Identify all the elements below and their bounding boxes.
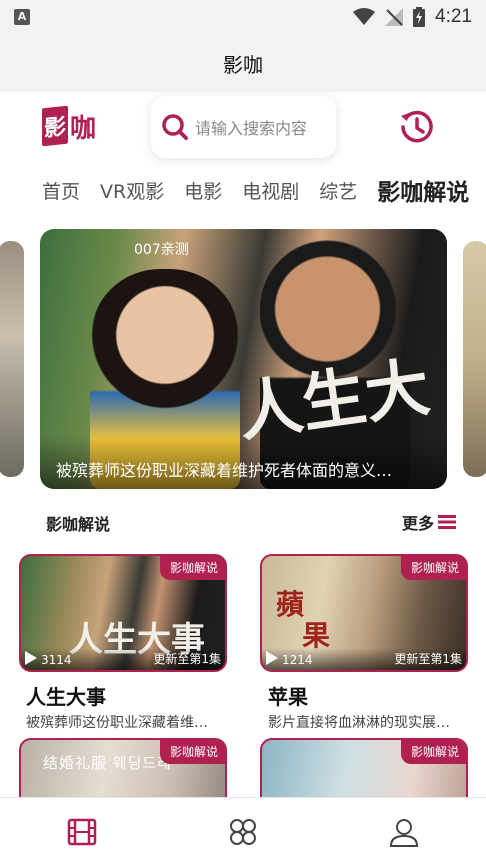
battery-charging-icon	[413, 7, 426, 27]
section-title: 影咖解说	[46, 515, 111, 534]
poster-title-art: 蘋	[276, 588, 305, 621]
logo-text: 咖	[70, 113, 97, 144]
card-title[interactable]: 苹果	[268, 681, 308, 710]
search-input[interactable]: 请输入搜索内容	[195, 115, 307, 139]
tab-home[interactable]: 首页	[42, 177, 80, 204]
wifi-icon	[353, 8, 376, 25]
video-card[interactable]: 蘋 果 影咖解说 1214 更新至第1集	[260, 554, 468, 672]
tab-variety[interactable]: 综艺	[319, 177, 357, 204]
poster-title-art: 结婚礼服 웨딩드레	[43, 754, 172, 772]
more-label: 更多	[402, 514, 435, 533]
episode-status: 更新至第1集	[394, 652, 462, 666]
tab-tv-series[interactable]: 电视剧	[242, 177, 299, 204]
no-signal-icon	[385, 8, 404, 26]
status-bar: A 4:21	[0, 0, 486, 34]
episode-status: 更新至第1集	[153, 652, 221, 666]
clock: 4:21	[435, 6, 472, 27]
notification-icon: A	[14, 9, 30, 25]
play-count: 1214	[282, 653, 313, 667]
carousel-next-card[interactable]	[463, 241, 486, 477]
card-title[interactable]: 人生大事	[26, 681, 106, 710]
banner-badge: 007亲测	[134, 242, 189, 258]
tab-commentary[interactable]: 影咖解说	[377, 173, 469, 207]
card-description: 影片直接将血淋淋的现实展…	[268, 715, 450, 731]
category-icon	[230, 819, 256, 845]
carousel-main-card[interactable]: 人生大 007亲测 被殡葬师这份职业深藏着维护死者体面的意义…	[40, 229, 447, 489]
category-tag: 影咖解说	[159, 556, 225, 580]
history-icon	[401, 110, 433, 143]
tab-movies[interactable]: 电影	[184, 177, 222, 204]
logo-mark: 影	[42, 105, 68, 147]
film-icon	[67, 818, 97, 846]
banner-carousel[interactable]: 人生大 007亲测 被殡葬师这份职业深藏着维护死者体面的意义…	[0, 229, 486, 491]
nav-profile[interactable]	[388, 816, 420, 848]
category-tag: 影咖解说	[400, 740, 466, 764]
banner-caption: 被殡葬师这份职业深藏着维护死者体面的意义…	[56, 461, 393, 480]
category-tabs: 首页 VR观影 电影 电视剧 综艺 影咖解说	[0, 168, 486, 212]
search-bar[interactable]: 请输入搜索内容	[151, 96, 336, 158]
menu-icon	[438, 515, 457, 529]
nav-home[interactable]	[66, 816, 98, 848]
video-card[interactable]: 人生大事 影咖解说 3114 更新至第1集	[19, 554, 227, 672]
bottom-navigation	[0, 797, 486, 864]
app-logo[interactable]: 影 咖	[42, 105, 100, 147]
header: 影 咖 请输入搜索内容	[0, 92, 486, 164]
search-icon	[162, 114, 188, 140]
tab-vr[interactable]: VR观影	[100, 177, 164, 204]
play-count: 3114	[41, 653, 72, 667]
app-title-bar: 影咖	[0, 34, 486, 92]
user-icon	[389, 819, 419, 847]
history-button[interactable]	[398, 108, 436, 146]
category-tag: 影咖解说	[159, 740, 225, 764]
section-header: 影咖解说 更多	[0, 506, 486, 536]
card-description: 被殡葬师这份职业深藏着维…	[26, 715, 208, 731]
category-tag: 影咖解说	[400, 556, 466, 580]
app-title: 影咖	[223, 52, 263, 77]
play-icon	[266, 651, 278, 665]
play-icon	[25, 651, 37, 665]
nav-category[interactable]	[227, 816, 259, 848]
carousel-prev-card[interactable]	[0, 241, 24, 477]
more-button[interactable]: 更多	[402, 510, 457, 534]
